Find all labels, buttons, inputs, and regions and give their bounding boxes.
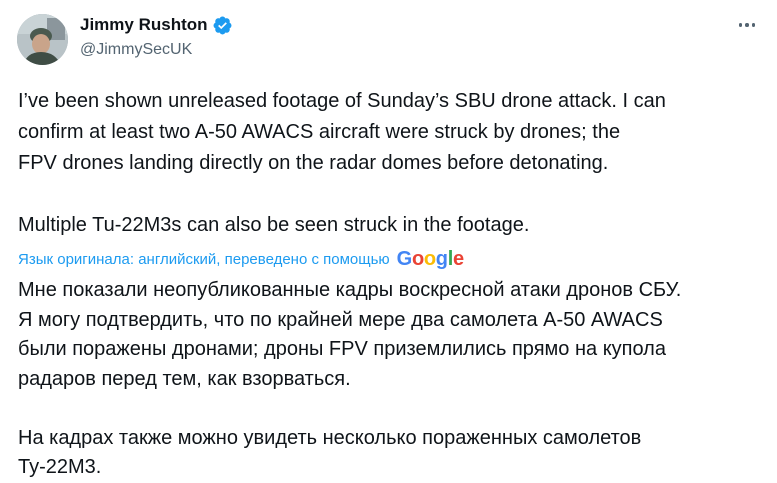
translation-notice-text[interactable]: Язык оригинала: английский, переведено с… <box>18 251 390 268</box>
translation-line: Я могу подтвердить, что по крайней мере … <box>18 308 663 331</box>
translation-notice[interactable]: Язык оригинала: английский, переведено с… <box>18 246 464 272</box>
translation-line: были поражены дронами; дроны FPV приземл… <box>18 338 666 360</box>
google-logo-letter: o <box>423 247 436 270</box>
google-logo-letter: e <box>452 247 464 270</box>
author-avatar[interactable] <box>17 14 68 65</box>
google-logo-letter: o <box>411 247 424 270</box>
translation-line: радаров перед тем, как взорваться. <box>18 367 351 390</box>
avatar-image <box>17 14 68 65</box>
translated-text: Мне показали неопубликованные кадры воск… <box>18 276 766 483</box>
translation-line: На кадрах также можно увидеть несколько … <box>18 426 642 449</box>
author-name[interactable]: Jimmy Rushton <box>80 15 208 35</box>
more-options-icon[interactable] <box>733 15 761 35</box>
tweet-line: I’ve been shown unreleased footage of Su… <box>18 90 666 112</box>
translation-line: Ту-22М3. <box>18 456 102 478</box>
google-logo-letter: G <box>396 247 413 270</box>
tweet-line: FPV drones landing directly on the radar… <box>18 152 609 174</box>
verified-badge-icon <box>212 15 233 36</box>
tweet-line: Multiple Tu-22M3s can also be seen struc… <box>18 214 530 236</box>
google-logo: Google <box>397 248 464 271</box>
author-name-row[interactable]: Jimmy Rushton <box>80 13 233 37</box>
tweet-line: confirm at least two A-50 AWACS aircraft… <box>18 121 621 143</box>
author-handle[interactable]: @JimmySecUK <box>80 41 192 59</box>
tweet-text: I’ve been shown unreleased footage of Su… <box>18 86 766 241</box>
google-logo-letter: g <box>435 247 448 270</box>
translation-line: Мне показали неопубликованные кадры воск… <box>18 279 682 301</box>
